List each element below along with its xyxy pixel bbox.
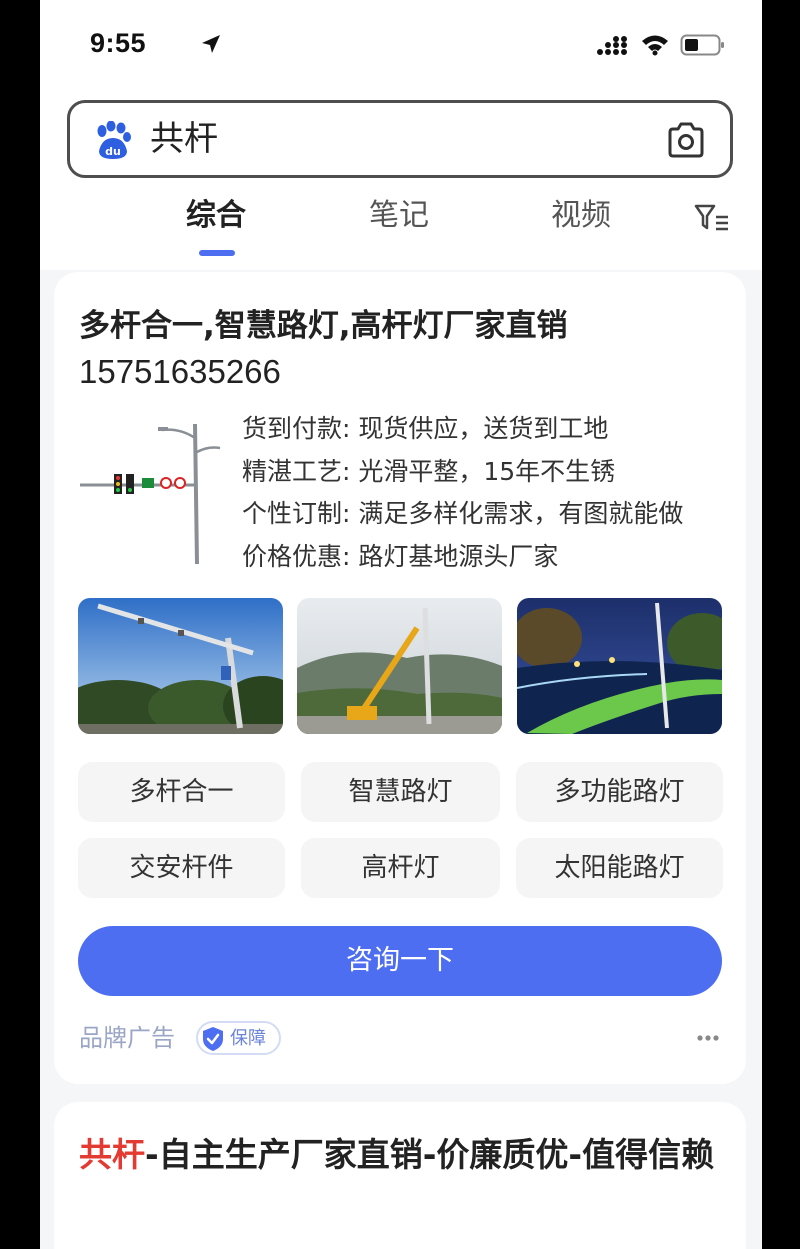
chip-solar-streetlight[interactable]: 太阳能路灯 (516, 838, 723, 898)
park-lights-night-photo[interactable] (517, 598, 722, 734)
baidu-paw-logo-icon: du (97, 121, 131, 159)
filter-icon[interactable] (694, 203, 730, 233)
crane-installation-photo[interactable] (297, 598, 502, 734)
guarantee-badge-label: 保障 (230, 1028, 266, 1049)
tab-videos[interactable]: 视频 (551, 196, 611, 236)
park-lights-night-photo-graphic (517, 598, 722, 734)
chip-traffic-pole[interactable]: 交安杆件 (78, 838, 285, 898)
battery-icon (680, 34, 724, 56)
search-result-card[interactable]: 共杆-自主生产厂家直销-价廉质优-值得信赖 (54, 1102, 746, 1249)
street-pole-photo-graphic (78, 598, 283, 734)
street-pole-photo[interactable] (78, 598, 283, 734)
ad-phone-number: 15751635266 (79, 353, 281, 390)
crane-installation-photo-graphic (297, 598, 502, 734)
wifi-icon (642, 35, 668, 56)
svg-text:du: du (105, 145, 121, 158)
result-title-rest: -自主生产厂家直销-价廉质优-值得信赖 (145, 1135, 715, 1174)
cellular-signal-icon (597, 36, 627, 55)
feature-line: 精湛工艺: 光滑平整，15年不生锈 (242, 456, 616, 486)
chip-multi-pole[interactable]: 多杆合一 (78, 762, 285, 822)
chip-high-mast-light[interactable]: 高杆灯 (301, 838, 500, 898)
ad-title-text: 多杆合一,智慧路灯,高杆灯厂家直销 (79, 308, 568, 344)
result-title-highlight: 共杆 (79, 1135, 145, 1174)
brand-ad-label: 品牌广告 (79, 1024, 175, 1052)
tab-notes[interactable]: 笔记 (369, 196, 429, 236)
traffic-pole-image (80, 418, 228, 566)
chip-multifunction-streetlight[interactable]: 多功能路灯 (516, 762, 723, 822)
search-bar[interactable]: du 共杆 (67, 100, 733, 178)
search-input[interactable]: 共杆 (150, 119, 218, 159)
active-tab-indicator (199, 250, 235, 256)
ad-title[interactable]: 多杆合一,智慧路灯,高杆灯厂家直销 15751635266 (79, 304, 719, 394)
phone-screen: 9:55 du 共杆 综合 笔记 视频 多杆合一,智慧路灯,高杆灯厂家直销 15… (40, 0, 762, 1249)
shield-check-icon (203, 1027, 223, 1051)
camera-icon[interactable] (666, 122, 706, 158)
tab-all[interactable]: 综合 (186, 196, 246, 236)
ad-features: 货到付款: 现货供应，送货到工地 精湛工艺: 光滑平整，15年不生锈 个性订制:… (242, 408, 683, 578)
status-time: 9:55 (90, 28, 147, 58)
feature-line: 价格优惠: 路灯基地源头厂家 (242, 541, 559, 571)
feature-line: 货到付款: 现货供应，送货到工地 (242, 414, 609, 443)
consult-button[interactable]: 咨询一下 (78, 926, 722, 996)
location-arrow-icon (202, 35, 220, 53)
feature-line: 个性订制: 满足多样化需求，有图就能做 (242, 499, 684, 528)
guarantee-badge[interactable]: 保障 (196, 1021, 281, 1055)
more-options-icon[interactable] (696, 1034, 720, 1042)
ad-card[interactable]: 多杆合一,智慧路灯,高杆灯厂家直销 15751635266 货到付款: 现货供应… (54, 272, 746, 1084)
chip-smart-streetlight[interactable]: 智慧路灯 (301, 762, 500, 822)
result-title[interactable]: 共杆-自主生产厂家直销-价廉质优-值得信赖 (79, 1132, 719, 1177)
